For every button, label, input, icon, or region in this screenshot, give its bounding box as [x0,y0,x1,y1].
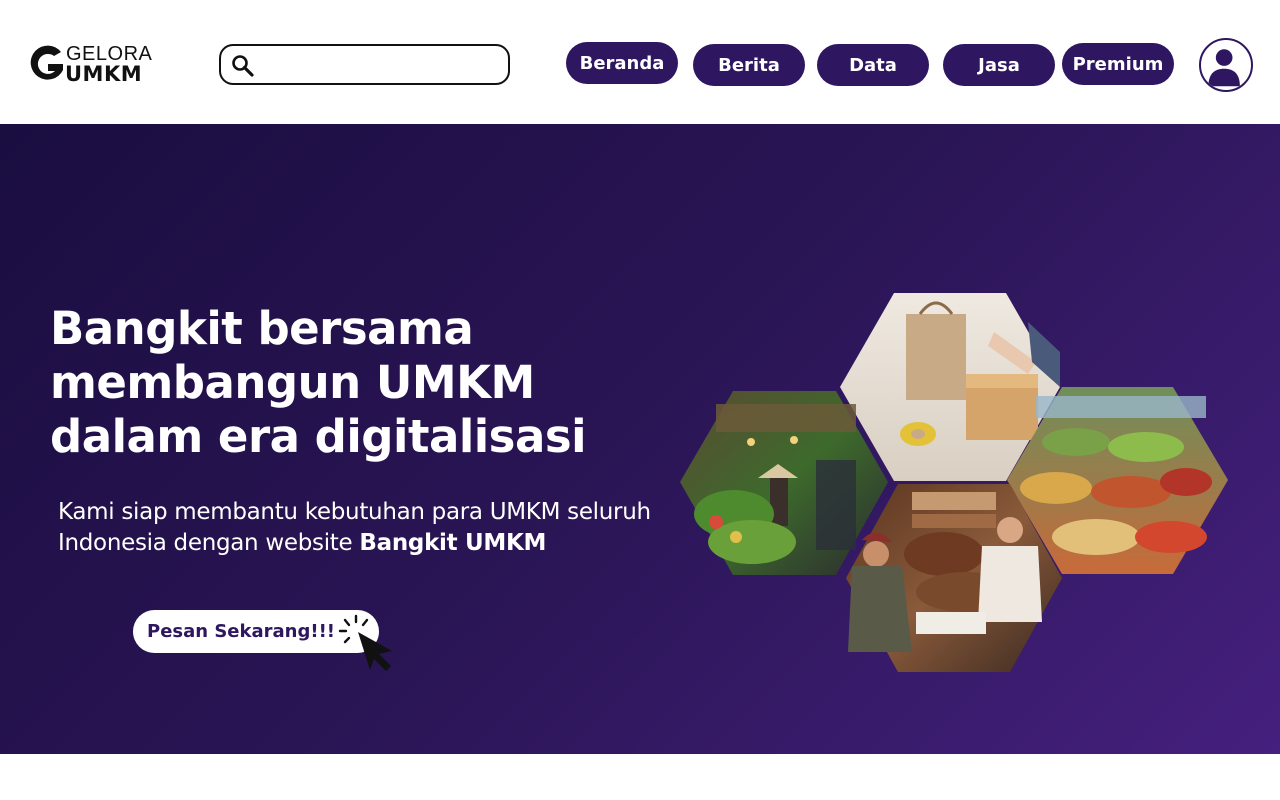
gelora-umkm-logo[interactable]: GELORA UMKM [27,42,157,88]
user-avatar-button[interactable] [1199,38,1253,92]
nav-data-button[interactable]: Data [817,44,929,86]
hero-description-brand: Bangkit UMKM [359,530,547,556]
hero-description-text: Kami siap membantu kebutuhan para UMKM s… [58,499,651,556]
search-bar [219,44,510,85]
hero-image-collage [680,293,1228,672]
site-header: GELORA UMKM Beranda Berita Data Jasa Pre… [0,0,1280,124]
nav-berita-button[interactable]: Berita [693,44,805,86]
hero-description: Kami siap membantu kebutuhan para UMKM s… [58,497,658,559]
hero-section: Bangkit bersama membangun UMKM dalam era… [0,124,1280,754]
logo-text-umkm: UMKM [65,62,143,86]
search-input[interactable] [263,52,499,78]
hero-title-line-2: membangun UMKM [50,356,535,409]
market-vegetables-photo [680,391,888,575]
nav-beranda-button[interactable]: Beranda [566,42,678,84]
click-cursor-icon [338,614,392,671]
logo-text-gelora: GELORA [66,43,153,65]
nav-premium-button[interactable]: Premium [1062,43,1174,85]
nav-jasa-button[interactable]: Jasa [943,44,1055,86]
hero-title-line-1: Bangkit bersama [50,302,474,355]
hero-title-line-3: dalam era digitalisasi [50,410,587,463]
gelora-g-logo-icon [30,45,63,80]
hero-title: Bangkit bersama membangun UMKM dalam era… [50,302,670,464]
user-avatar-icon [1208,49,1240,87]
search-icon[interactable] [231,54,255,78]
